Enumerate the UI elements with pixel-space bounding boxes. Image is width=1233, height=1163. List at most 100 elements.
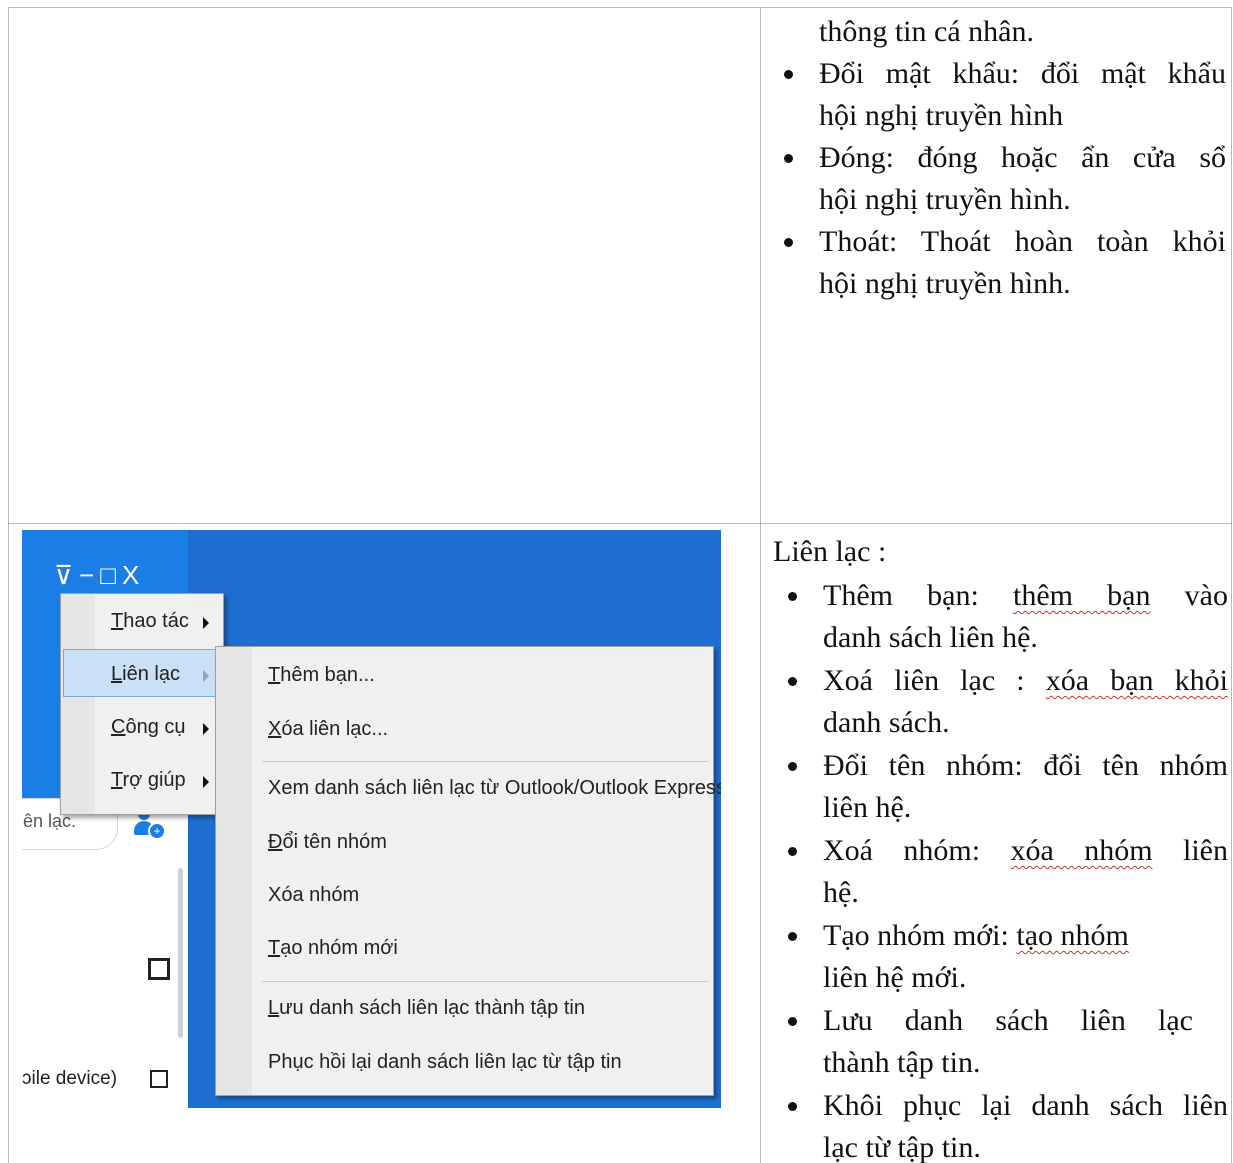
submenu-item-tao-nhom-moi[interactable]: Tạo nhóm mới: [268, 937, 398, 960]
menu-item-label: ông cụ: [125, 716, 186, 738]
item-link: thêm bạn: [1013, 579, 1151, 612]
main-menu: Thao tác Liên lạc Công cụ Trợ giúp: [60, 593, 224, 815]
continuation-text: thông tin cá nhân.: [819, 15, 1034, 48]
accel-key: C: [111, 716, 126, 738]
bullet-line: Đóng: đóng hoặc ẩn cửa sổ: [819, 141, 1226, 174]
submenu-item-xoa-nhom[interactable]: Xóa nhóm: [268, 884, 359, 907]
item-line-2: thành tập tin.: [823, 1046, 981, 1079]
submenu-item-label: ổi tên nhóm: [282, 831, 387, 853]
item-xoa-lien-lac: Xoá liên lạc : xóa bạn khỏi danh sách.: [773, 660, 1228, 744]
submenu-item-label: ưu danh sách liên lạc thành tập tin: [279, 997, 585, 1019]
minimize-icon[interactable]: −: [79, 560, 100, 590]
item-line-1: Khôi phục lại danh sách liên: [823, 1089, 1228, 1122]
bottom-right-cell: Liên lạc : Thêm bạn: thêm bạn vào danh s…: [773, 531, 1228, 1163]
item-text: Thêm bạn:: [823, 579, 1013, 612]
table-row-divider: [8, 523, 1232, 524]
bullet-line: Thoát: Thoát hoàn toàn khỏi: [819, 225, 1226, 258]
item-line-2: liên hệ.: [823, 791, 912, 824]
item-link: tạo nhóm: [1016, 919, 1129, 952]
bullet-doi-mat-khau: Đổi mật khẩu: đổi mật khẩu hội nghị truy…: [769, 53, 1226, 137]
item-text: vào: [1150, 579, 1228, 612]
item-link: xóa bạn khỏi: [1045, 664, 1228, 697]
submenu-item-label: hêm bạn...: [280, 664, 375, 686]
item-link: xóa nhóm: [1010, 834, 1153, 867]
submenu-item-label: Xem danh sách liên lạc từ Outlook/Outloo…: [268, 777, 721, 799]
app-body: ên lạc. + ɔile device): [22, 798, 188, 1108]
bullet-line: hội nghị truyền hình: [819, 99, 1064, 132]
item-khoi-phuc: Khôi phục lại danh sách liên lạc từ tập …: [773, 1085, 1228, 1163]
menu-item-thao-tac[interactable]: Thao tác: [111, 610, 189, 633]
scrollbar[interactable]: [178, 868, 183, 1038]
checkbox[interactable]: [148, 958, 170, 980]
item-line-1: Đổi tên nhóm: đổi tên nhóm: [823, 749, 1228, 782]
submenu-item-doi-ten-nhom[interactable]: Đổi tên nhóm: [268, 831, 387, 854]
item-line-2: liên hệ mới.: [823, 961, 967, 994]
maximize-icon[interactable]: □: [100, 560, 122, 590]
item-line-1: Xoá nhóm: xóa nhóm liên: [823, 830, 1228, 872]
section-heading: Liên lạc :: [773, 535, 887, 568]
submenu-item-them-ban[interactable]: Thêm bạn...: [268, 664, 375, 687]
checkbox[interactable]: [150, 1070, 168, 1088]
item-line-1: Lưu danh sách liên lạc: [823, 1004, 1193, 1037]
submenu-item-xem-outlook[interactable]: Xem danh sách liên lạc từ Outlook/Outloo…: [268, 777, 721, 800]
accel-key: Đ: [268, 831, 283, 853]
bullet-line: hội nghị truyền hình.: [819, 183, 1071, 216]
top-right-cell: thông tin cá nhân. Đổi mật khẩu: đổi mật…: [769, 11, 1226, 305]
menu-item-cong-cu[interactable]: Công cụ: [111, 716, 186, 739]
item-text: liên: [1152, 834, 1228, 867]
menu-item-label: rợ giúp: [122, 769, 186, 791]
item-line-2: lạc từ tập tin.: [823, 1131, 981, 1163]
table-border-right: [1231, 7, 1232, 1163]
menu-separator: [262, 981, 708, 982]
item-xoa-nhom: Xoá nhóm: xóa nhóm liên hệ.: [773, 830, 1228, 914]
menu-item-label: hao tác: [123, 610, 189, 632]
window-controls: ⊽−□X: [54, 560, 145, 591]
table-border-middle: [760, 7, 761, 1163]
submenu-item-luu-danh-sach[interactable]: Lưu danh sách liên lạc thành tập tin: [268, 997, 585, 1020]
item-doi-ten-nhom: Đổi tên nhóm: đổi tên nhóm liên hệ.: [773, 745, 1228, 829]
item-line-2: danh sách liên hệ.: [823, 621, 1038, 654]
submenu-item-label: óa liên lạc...: [281, 718, 389, 740]
dropdown-icon[interactable]: ⊽: [54, 560, 79, 590]
item-line-1: Tạo nhóm mới: tạo nhóm: [823, 915, 1228, 957]
menu-item-tro-giup[interactable]: Trợ giúp: [111, 769, 186, 792]
app-screenshot: ⊽−□X ên lạc. + ɔile device) Thao tác Liê…: [22, 530, 721, 1108]
menu-item-label: iên lạc: [122, 663, 180, 685]
bullet-line: Đổi mật khẩu: đổi mật khẩu: [819, 57, 1226, 90]
accel-key: L: [268, 997, 280, 1019]
accel-key: T: [268, 664, 281, 686]
bullet-thoat: Thoát: Thoát hoàn toàn khỏi hội nghị tru…: [769, 221, 1226, 305]
submenu-icon-gutter: [216, 647, 252, 1095]
accel-key: T: [268, 937, 281, 959]
item-tao-nhom-moi: Tạo nhóm mới: tạo nhóm liên hệ mới.: [773, 915, 1228, 999]
table-border-left: [8, 7, 9, 1163]
submenu-item-label: Phục hồi lại danh sách liên lạc từ tập t…: [268, 1051, 622, 1073]
item-line-2: hệ.: [823, 876, 859, 909]
item-line-2: danh sách.: [823, 706, 950, 739]
submenu-arrow-icon: [203, 776, 209, 788]
contacts-submenu: Thêm bạn... Xóa liên lạc... Xem danh sác…: [215, 646, 721, 1096]
submenu-item-xoa-lien-lac[interactable]: Xóa liên lạc...: [268, 718, 388, 741]
submenu-arrow-icon: [203, 723, 209, 735]
submenu-item-label: ạo nhóm mới: [280, 937, 398, 959]
submenu-item-phuc-hoi[interactable]: Phục hồi lại danh sách liên lạc từ tập t…: [268, 1051, 622, 1074]
item-them-ban: Thêm bạn: thêm bạn vào danh sách liên hệ…: [773, 575, 1228, 659]
menu-icon-gutter: [61, 594, 95, 814]
close-icon[interactable]: X: [122, 560, 145, 590]
device-label: ɔile device): [22, 1068, 118, 1089]
bullet-line: hội nghị truyền hình.: [819, 267, 1071, 300]
item-line-1: Thêm bạn: thêm bạn vào: [823, 575, 1228, 617]
accel-key: X: [268, 718, 282, 740]
submenu-item-label: Xóa nhóm: [268, 884, 360, 906]
menu-item-lien-lac[interactable]: Liên lạc: [111, 663, 180, 686]
menu-separator: [262, 761, 708, 762]
submenu-arrow-icon: [203, 670, 209, 682]
item-luu-danh-sach: Lưu danh sách liên lạc thành tập tin.: [773, 1000, 1228, 1084]
item-line-1: Xoá liên lạc : xóa bạn khỏi: [823, 660, 1228, 702]
item-text: Tạo nhóm mới:: [823, 919, 1017, 952]
bullet-dong: Đóng: đóng hoặc ẩn cửa sổ hội nghị truyề…: [769, 137, 1226, 221]
accel-key: L: [111, 663, 123, 685]
item-text: Xoá nhóm:: [823, 834, 1011, 867]
item-text: Xoá liên lạc :: [823, 664, 1046, 697]
submenu-arrow-icon: [203, 617, 209, 629]
